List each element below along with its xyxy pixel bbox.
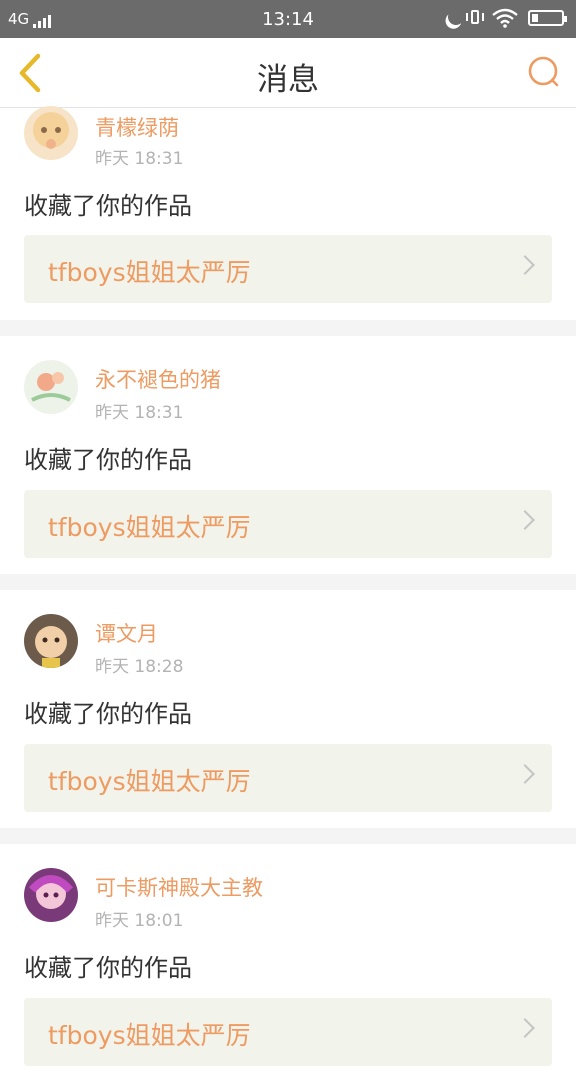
message-action: 收藏了你的作品 [24, 954, 192, 982]
message-action: 收藏了你的作品 [24, 700, 192, 728]
work-link[interactable]: tfboys姐姐太严厉 [24, 490, 552, 558]
separator [0, 574, 576, 590]
sender-name[interactable]: 永不褪色的猪 [95, 364, 221, 394]
message-time: 昨天 18:31 [95, 149, 184, 169]
work-title: tfboys姐姐太严厉 [48, 513, 251, 542]
search-button[interactable] [524, 52, 564, 92]
chevron-right-icon [515, 764, 535, 784]
moon-icon [445, 6, 467, 28]
message-time: 昨天 18:28 [95, 657, 184, 677]
work-link[interactable]: tfboys姐姐太严厉 [24, 998, 552, 1066]
work-title: tfboys姐姐太严厉 [48, 767, 251, 796]
chevron-right-icon [515, 1018, 535, 1038]
separator [0, 320, 576, 336]
vibrate-icon [466, 9, 484, 27]
work-link[interactable]: tfboys姐姐太严厉 [24, 235, 552, 303]
avatar[interactable] [24, 614, 78, 668]
message-time: 昨天 18:31 [95, 403, 184, 423]
message-card: 永不褪色的猪 昨天 18:31 收藏了你的作品 tfboys姐姐太严厉 [0, 336, 576, 574]
avatar[interactable] [24, 868, 78, 922]
search-icon [528, 56, 559, 87]
separator [0, 828, 576, 844]
avatar[interactable] [24, 106, 78, 160]
sender-name[interactable]: 青檬绿荫 [95, 112, 179, 142]
sender-name[interactable]: 谭文月 [95, 618, 158, 648]
work-title: tfboys姐姐太严厉 [48, 258, 251, 287]
message-card: 谭文月 昨天 18:28 收藏了你的作品 tfboys姐姐太严厉 [0, 590, 576, 828]
avatar[interactable] [24, 360, 78, 414]
work-link[interactable]: tfboys姐姐太严厉 [24, 744, 552, 812]
message-list: 青檬绿荫 昨天 18:31 收藏了你的作品 tfboys姐姐太严厉 永不褪色的猪… [0, 106, 576, 1082]
wifi-icon [492, 8, 518, 28]
battery-icon [528, 10, 567, 26]
message-time: 昨天 18:01 [95, 911, 184, 931]
chevron-right-icon [515, 255, 535, 275]
status-bar: 4G 13:14 [0, 0, 576, 38]
header-bar: 消息 [0, 38, 576, 108]
chevron-right-icon [515, 510, 535, 530]
sender-name[interactable]: 可卡斯神殿大主教 [95, 872, 263, 902]
work-title: tfboys姐姐太严厉 [48, 1021, 251, 1050]
message-action: 收藏了你的作品 [24, 192, 192, 220]
message-card: 可卡斯神殿大主教 昨天 18:01 收藏了你的作品 tfboys姐姐太严厉 [0, 844, 576, 1082]
page-title: 消息 [257, 62, 319, 98]
message-card: 青檬绿荫 昨天 18:31 收藏了你的作品 tfboys姐姐太严厉 [0, 106, 576, 320]
message-action: 收藏了你的作品 [24, 446, 192, 474]
